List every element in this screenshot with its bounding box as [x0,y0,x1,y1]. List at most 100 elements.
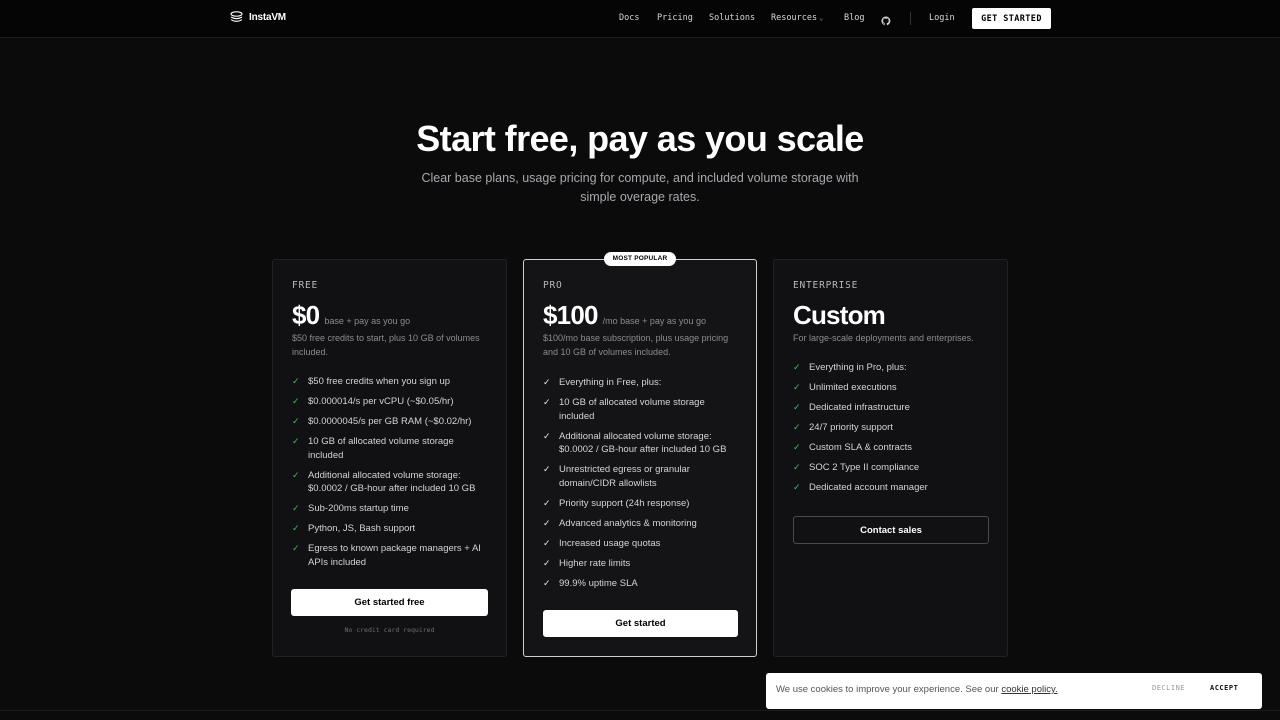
feature-text: Priority support (24h response) [559,497,690,509]
cookie-policy-link[interactable]: cookie policy. [1001,684,1057,695]
check-icon: ✓ [793,442,801,452]
check-icon: ✓ [793,402,801,412]
nav-divider [910,12,911,25]
list-item: ✓ $0.000014/s per vCPU (~$0.05/hr) [292,395,490,409]
list-item: ✓ 10 GB of allocated volume storage inclu… [543,396,741,423]
check-icon: ✓ [543,517,551,528]
check-icon: ✓ [793,382,801,392]
plan-card-free: FREE $0 base + pay as you go $50 free cr… [272,259,507,657]
feature-text: Python, JS, Bash support [308,523,416,534]
logo-text: InstaVM [249,11,286,23]
feature-text: Additional allocated volume storage: $0.… [308,469,476,495]
check-icon: ✓ [292,523,300,533]
get-started-button[interactable]: GET STARTED [972,8,1051,29]
plan-name: FREE [292,280,319,291]
feature-text: Higher rate limits [559,557,631,569]
decline-button[interactable]: DECLINE [1152,684,1185,692]
github-icon[interactable] [881,13,891,31]
chevron-down-icon: ⌄ [819,14,824,22]
nav-pricing[interactable]: Pricing [657,13,693,23]
check-icon: ✓ [793,482,801,492]
divider [0,710,1280,711]
list-item: ✓ Dedicated account manager [793,481,991,495]
price-row: $0 base + pay as you go [292,300,410,331]
check-icon: ✓ [793,362,801,372]
feature-text: Everything in Free, plus: [559,377,662,388]
nav-docs[interactable]: Docs [619,13,639,23]
check-icon: ✓ [292,376,300,386]
list-item: ✓ Additional allocated volume storage: $0… [292,469,490,496]
stack-logo-icon [230,11,243,23]
feature-list: ✓ Everything in Pro, plus: ✓ Unlimited exe… [793,361,991,501]
feature-text: Sub-200ms startup time [308,503,409,514]
list-item: ✓ 10 GB of allocated volume storage inclu… [292,435,490,462]
feature-text: Custom SLA & contracts [809,442,912,453]
page-subtitle: Clear base plans, usage pricing for comp… [421,171,859,204]
logo[interactable]: InstaVM [230,11,286,23]
plan-description: $50 free credits to start, plus 10 GB of… [292,333,480,357]
feature-text: 10 GB of allocated volume storage includ… [559,397,705,422]
feature-text: Everything in Pro, plus: [809,362,907,373]
list-item: ✓ Custom SLA & contracts [793,441,991,455]
list-item: ✓ Egress to known package managers + AI A… [292,542,490,569]
list-item: ✓ Priority support (24h response) [543,497,741,511]
most-popular-badge: MOST POPULAR [604,252,676,266]
list-item: ✓ $50 free credits when you sign up [292,375,490,389]
list-item: ✓ Advanced analytics & monitoring [543,517,741,531]
feature-text: Dedicated account manager [809,482,928,493]
login-link[interactable]: Login [929,13,955,23]
feature-text: 99.9% uptime SLA [559,577,638,589]
nav-resources[interactable]: Resources ⌄ [771,13,823,23]
plan-price: $100 [543,300,598,330]
check-icon: ✓ [292,416,300,426]
nav-solutions[interactable]: Solutions [709,13,755,23]
nav-blog[interactable]: Blog [844,13,864,23]
check-icon: ✓ [292,543,300,553]
get-started-free-button[interactable]: Get started free [291,589,488,616]
top-navbar: InstaVM Docs Pricing Solutions Resources… [0,0,1280,38]
check-icon: ✓ [292,396,300,406]
price-suffix: base + pay as you go [324,316,411,326]
plan-price: $0 [292,300,320,330]
plan-description: $100/mo base subscription, plus usage pr… [543,333,729,357]
feature-list: ✓ Everything in Free, plus: ✓ 10 GB of all… [543,376,741,597]
check-icon: ✓ [292,503,300,513]
no-credit-card-note: No credit card required [344,626,435,634]
list-item: ✓ 24/7 priority support [793,421,991,435]
price-row: $100 /mo base + pay as you go [543,300,706,331]
list-item: ✓ $0.0000045/s per GB RAM (~$0.02/hr) [292,415,490,429]
plan-description: For large-scale deployments and enterpri… [793,333,974,343]
feature-text: 10 GB of allocated volume storage includ… [308,436,454,461]
feature-list: ✓ $50 free credits when you sign up ✓ $0.0… [292,375,490,576]
get-started-pro-button[interactable]: Get started [543,610,738,637]
accept-button[interactable]: ACCEPT [1210,684,1238,692]
list-item: ✓ Increased usage quotas [543,537,741,551]
cookie-text: We use cookies to improve your experienc… [776,684,1058,695]
nav-resources-label: Resources [771,13,818,23]
list-item: ✓ Additional allocated volume storage: $0… [543,430,741,457]
plan-card-pro: PRO $100 /mo base + pay as you go $100/m… [523,259,757,657]
check-icon: ✓ [793,462,801,472]
feature-text: $0.0000045/s per GB RAM (~$0.02/hr) [308,416,472,427]
price-row: Custom [793,300,886,331]
feature-text: Increased usage quotas [559,537,661,549]
list-item: ✓ 99.9% uptime SLA [543,577,741,591]
list-item: ✓ Sub-200ms startup time [292,502,490,516]
contact-sales-button[interactable]: Contact sales [793,516,989,544]
page-title: Start free, pay as you scale [416,118,864,159]
list-item: ✓ Unrestricted egress or granular domain/… [543,463,741,490]
plan-name: ENTERPRISE [793,280,859,291]
check-icon: ✓ [793,422,801,432]
feature-text: Additional allocated volume storage: $0.… [559,430,727,456]
check-icon: ✓ [292,469,300,480]
check-icon: ✓ [543,430,551,441]
feature-text: $0.000014/s per vCPU (~$0.05/hr) [308,396,454,407]
cookie-message: We use cookies to improve your experienc… [776,684,999,695]
feature-text: 24/7 priority support [809,422,893,433]
plan-card-enterprise: ENTERPRISE Custom For large-scale deploy… [773,259,1008,657]
list-item: ✓ Unlimited executions [793,381,991,395]
feature-text: Unlimited executions [809,382,897,393]
list-item: ✓ Python, JS, Bash support [292,522,490,536]
check-icon: ✓ [543,464,551,474]
check-icon: ✓ [543,397,551,407]
